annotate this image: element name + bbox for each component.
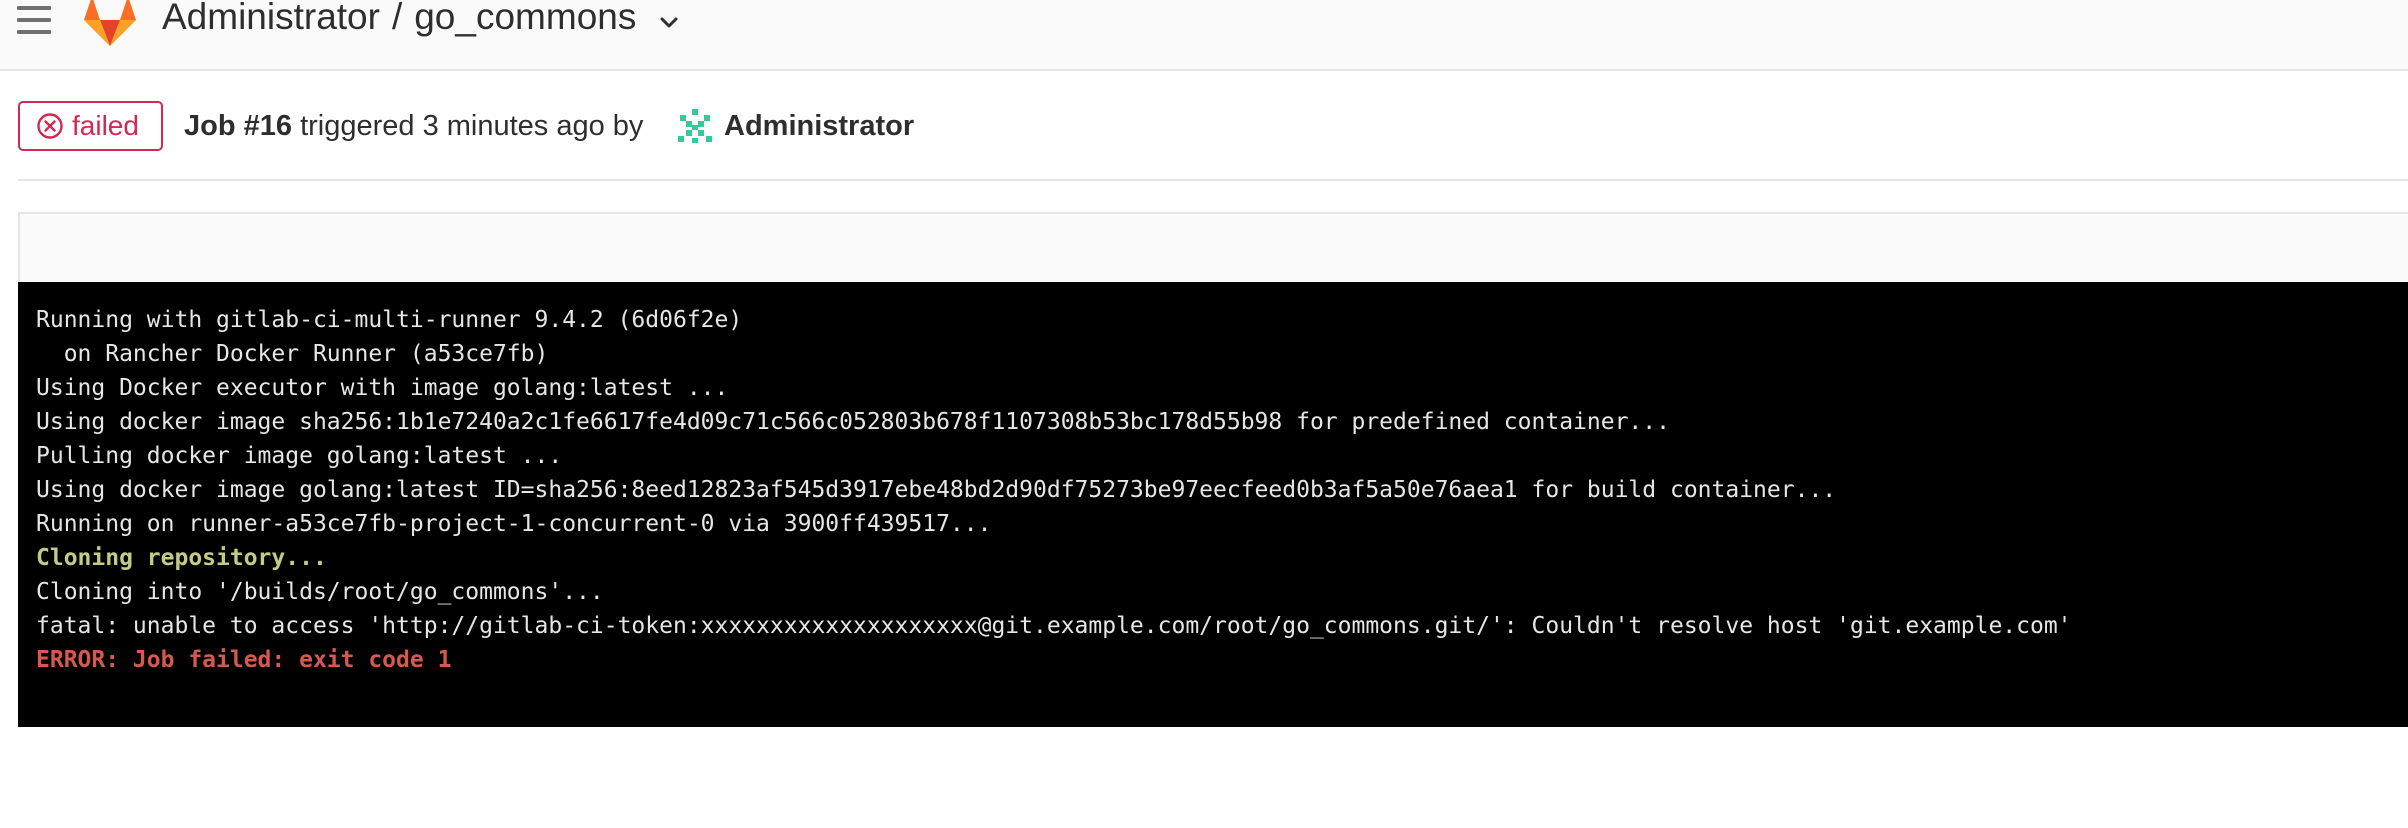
job-triggered-text: triggered 3 minutes ago by (300, 110, 644, 142)
user-name-link[interactable]: Administrator (724, 101, 914, 151)
log-line: Using Docker executor with image golang:… (36, 375, 729, 401)
breadcrumb-namespace[interactable]: Administrator (162, 0, 380, 37)
log-line: Running on runner-a53ce7fb-project-1-con… (36, 511, 992, 537)
job-id: Job #16 (184, 110, 292, 142)
job-info: Job #16 triggered 3 minutes ago by (184, 101, 643, 151)
log-line: Cloning into '/builds/root/go_commons'..… (36, 579, 604, 605)
log-line: Cloning repository... (36, 545, 327, 571)
log-line: on Rancher Docker Runner (a53ce7fb) (36, 341, 549, 367)
log-line: Pulling docker image golang:latest ... (36, 443, 563, 469)
status-label: failed (72, 110, 139, 141)
job-log: Running with gitlab-ci-multi-runner 9.4.… (18, 282, 2408, 727)
log-line: Using docker image golang:latest ID=sha2… (36, 477, 1837, 503)
chevron-down-icon[interactable] (658, 11, 680, 33)
log-line: ERROR: Job failed: exit code 1 (36, 647, 452, 673)
log-line: fatal: unable to access 'http://gitlab-c… (36, 613, 2072, 639)
gitlab-logo-icon[interactable] (80, 0, 140, 46)
job-header: failed Job #16 triggered 3 minutes ago b… (18, 101, 2408, 151)
breadcrumb: Administrator / go_commons (162, 0, 636, 40)
avatar[interactable] (675, 106, 715, 146)
breadcrumb-separator: / (391, 0, 403, 37)
divider (18, 179, 2408, 181)
status-badge[interactable]: failed (18, 101, 163, 151)
top-navbar: Administrator / go_commons (0, 0, 2408, 71)
hamburger-icon[interactable] (17, 6, 51, 36)
log-line: Using docker image sha256:1b1e7240a2c1fe… (36, 409, 1670, 435)
breadcrumb-project[interactable]: go_commons (414, 0, 636, 37)
log-toolbar (18, 212, 2408, 282)
log-line: Running with gitlab-ci-multi-runner 9.4.… (36, 307, 743, 333)
x-circle-icon (37, 113, 63, 139)
